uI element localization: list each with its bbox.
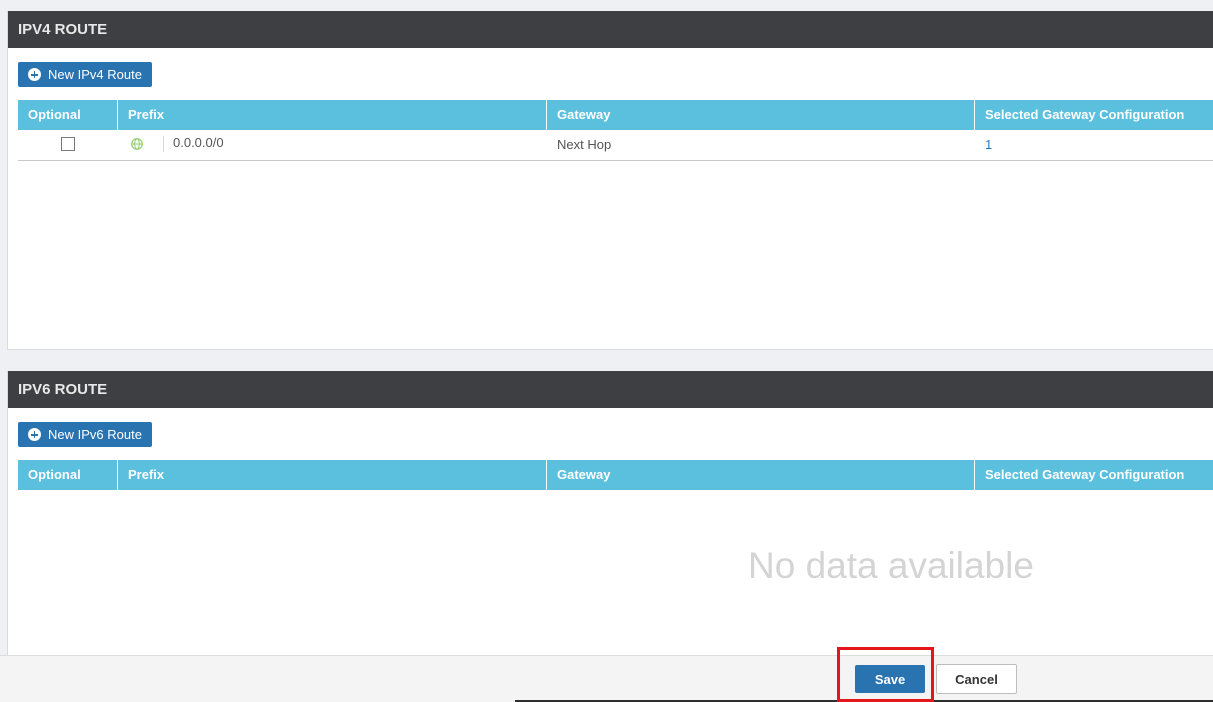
no-data-message: No data available xyxy=(748,545,1034,586)
ipv4-route-panel: IPV4 ROUTE New IPv4 Route Optional Prefi… xyxy=(7,11,1213,350)
new-ipv4-route-label: New IPv4 Route xyxy=(48,67,142,82)
optional-cell xyxy=(18,130,118,160)
ipv6-route-panel: IPV6 ROUTE New IPv6 Route Optional Prefi… xyxy=(7,371,1213,661)
ipv6-route-title: IPV6 ROUTE xyxy=(8,371,1213,408)
gateway-config-link[interactable]: 1 xyxy=(985,137,992,152)
ipv6-table-header: Optional Prefix Gateway Selected Gateway… xyxy=(18,460,1213,490)
ipv4-route-title: IPV4 ROUTE xyxy=(8,11,1213,48)
prefix-divider xyxy=(163,136,164,152)
new-ipv6-route-label: New IPv6 Route xyxy=(48,427,142,442)
gateway-cell: Next Hop xyxy=(557,137,612,152)
column-header-gateway[interactable]: Gateway xyxy=(547,460,975,490)
column-header-optional[interactable]: Optional xyxy=(18,100,118,130)
save-button[interactable]: Save xyxy=(855,665,925,693)
table-row[interactable]: 0.0.0.0/0 Next Hop 1 xyxy=(18,130,1213,161)
new-ipv4-route-button[interactable]: New IPv4 Route xyxy=(18,62,152,87)
column-header-optional[interactable]: Optional xyxy=(18,460,118,490)
column-header-prefix[interactable]: Prefix xyxy=(118,100,547,130)
new-ipv6-route-button[interactable]: New IPv6 Route xyxy=(18,422,152,447)
column-header-selected-gateway-configuration[interactable]: Selected Gateway Configuration xyxy=(975,460,1213,490)
globe-icon xyxy=(131,138,143,150)
plus-circle-icon xyxy=(28,68,41,81)
column-header-gateway[interactable]: Gateway xyxy=(547,100,975,130)
gateway-config-cell: 1 xyxy=(975,130,1213,160)
cancel-button[interactable]: Cancel xyxy=(936,664,1017,694)
column-header-prefix[interactable]: Prefix xyxy=(118,460,547,490)
ipv4-route-table: Optional Prefix Gateway Selected Gateway… xyxy=(18,100,1213,161)
ipv6-route-table: Optional Prefix Gateway Selected Gateway… xyxy=(18,460,1213,490)
footer-bar xyxy=(0,655,1213,702)
ipv4-table-header: Optional Prefix Gateway Selected Gateway… xyxy=(18,100,1213,130)
prefix-value: 0.0.0.0/0 xyxy=(173,135,224,150)
prefix-cell: 0.0.0.0/0 xyxy=(118,130,547,160)
column-header-selected-gateway-configuration[interactable]: Selected Gateway Configuration xyxy=(975,100,1213,130)
optional-checkbox[interactable] xyxy=(61,137,75,151)
plus-circle-icon xyxy=(28,428,41,441)
